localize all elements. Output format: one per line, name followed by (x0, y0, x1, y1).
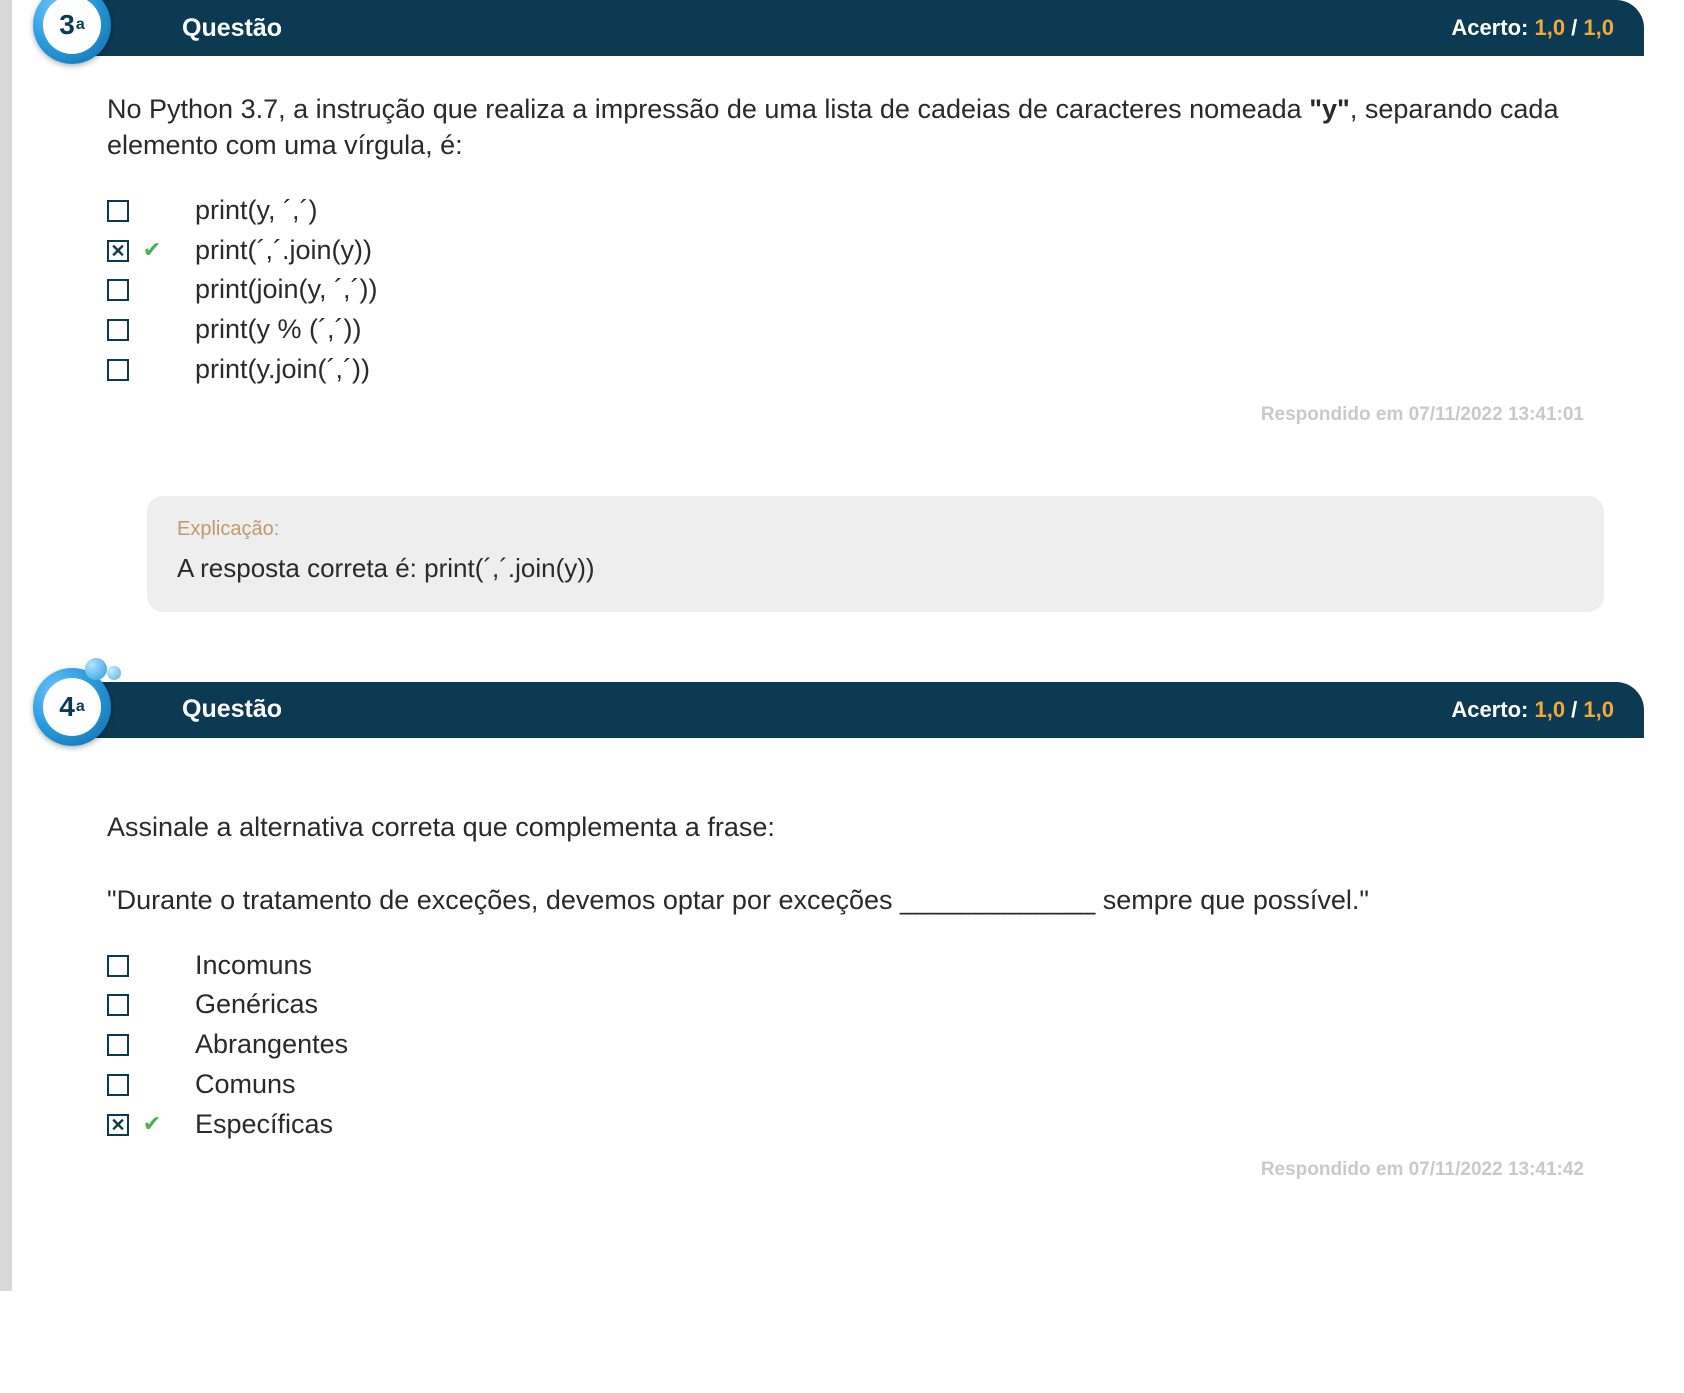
checkbox-icon[interactable] (107, 1114, 129, 1136)
checkbox-icon[interactable] (107, 359, 129, 381)
question-number-badge: 3a (27, 0, 117, 70)
correct-icon: ✔ (141, 235, 163, 266)
score-value: 1,0 (1534, 15, 1565, 40)
question-body: No Python 3.7, a instrução que realiza a… (27, 56, 1644, 612)
question-prompt: Assinale a alternativa correta que compl… (107, 773, 1614, 919)
score-sep: / (1565, 15, 1583, 40)
question-number: 4 (59, 691, 75, 723)
option-row[interactable]: print(y, ´,´) (107, 192, 1614, 230)
question-ordinal: a (76, 698, 85, 716)
question-header: 4a Questão Acerto: 1,0 / 1,0 (52, 682, 1644, 738)
option-text: print(y.join(´,´)) (195, 351, 370, 389)
option-text: Comuns (195, 1066, 296, 1104)
option-row[interactable]: Abrangentes (107, 1026, 1614, 1064)
option-row[interactable]: Comuns (107, 1066, 1614, 1104)
options-list: Incomuns Genéricas Abrangentes Comuns (107, 947, 1614, 1144)
option-text: print(y, ´,´) (195, 192, 318, 230)
explanation-label: Explicação: (177, 518, 1574, 541)
checkbox-icon[interactable] (107, 319, 129, 341)
checkbox-icon[interactable] (107, 200, 129, 222)
checkbox-icon[interactable] (107, 955, 129, 977)
score-label: Acerto: (1451, 15, 1528, 40)
option-text: Específicas (195, 1106, 333, 1144)
question-number: 3 (59, 9, 75, 41)
option-row[interactable]: print(y.join(´,´)) (107, 351, 1614, 389)
question-ordinal: a (76, 16, 85, 34)
score-max: 1,0 (1583, 15, 1614, 40)
question-block-3: 3a Questão Acerto: 1,0 / 1,0 No Python 3… (27, 0, 1644, 612)
option-row[interactable]: print(y % (´,´)) (107, 311, 1614, 349)
question-block-4: 4a Questão Acerto: 1,0 / 1,0 Assinale a … (27, 682, 1644, 1181)
option-row[interactable]: Genéricas (107, 986, 1614, 1024)
option-text: print(join(y, ´,´)) (195, 271, 378, 309)
option-text: Genéricas (195, 986, 318, 1024)
score-label: Acerto: (1451, 697, 1528, 722)
option-row[interactable]: print(join(y, ´,´)) (107, 271, 1614, 309)
explanation-box: Explicação: A resposta correta é: print(… (147, 496, 1604, 612)
question-number-badge: 4a (27, 662, 117, 752)
answered-timestamp: Respondido em 07/11/2022 13:41:42 (107, 1159, 1614, 1181)
questions-page: 3a Questão Acerto: 1,0 / 1,0 No Python 3… (0, 0, 1684, 1291)
question-body: Assinale a alternativa correta que compl… (27, 738, 1644, 1181)
question-header-label: Questão (182, 695, 1451, 724)
question-header-label: Questão (182, 14, 1451, 43)
prompt-pre: No Python 3.7, a instrução que realiza a… (107, 94, 1309, 124)
correct-icon: ✔ (141, 1109, 163, 1140)
option-text: print(y % (´,´)) (195, 311, 361, 349)
explanation-text: A resposta correta é: print(´,´.join(y)) (177, 553, 1574, 584)
checkbox-icon[interactable] (107, 994, 129, 1016)
option-text: Incomuns (195, 947, 312, 985)
option-row[interactable]: ✔ Específicas (107, 1106, 1614, 1144)
prompt-pre: Assinale a alternativa correta que compl… (107, 812, 1369, 915)
option-text: Abrangentes (195, 1026, 348, 1064)
question-score: Acerto: 1,0 / 1,0 (1451, 697, 1614, 723)
question-header: 3a Questão Acerto: 1,0 / 1,0 (52, 0, 1644, 56)
question-prompt: No Python 3.7, a instrução que realiza a… (107, 91, 1614, 164)
checkbox-icon[interactable] (107, 279, 129, 301)
question-score: Acerto: 1,0 / 1,0 (1451, 15, 1614, 41)
options-list: print(y, ´,´) ✔ print(´,´.join(y)) print… (107, 192, 1614, 389)
score-sep: / (1565, 697, 1583, 722)
checkbox-icon[interactable] (107, 1074, 129, 1096)
score-max: 1,0 (1583, 697, 1614, 722)
option-row[interactable]: ✔ print(´,´.join(y)) (107, 232, 1614, 270)
prompt-bold: "y" (1309, 94, 1350, 124)
checkbox-icon[interactable] (107, 1034, 129, 1056)
option-text: print(´,´.join(y)) (195, 232, 372, 270)
score-value: 1,0 (1534, 697, 1565, 722)
checkbox-icon[interactable] (107, 240, 129, 262)
answered-timestamp: Respondido em 07/11/2022 13:41:01 (107, 404, 1614, 426)
option-row[interactable]: Incomuns (107, 947, 1614, 985)
